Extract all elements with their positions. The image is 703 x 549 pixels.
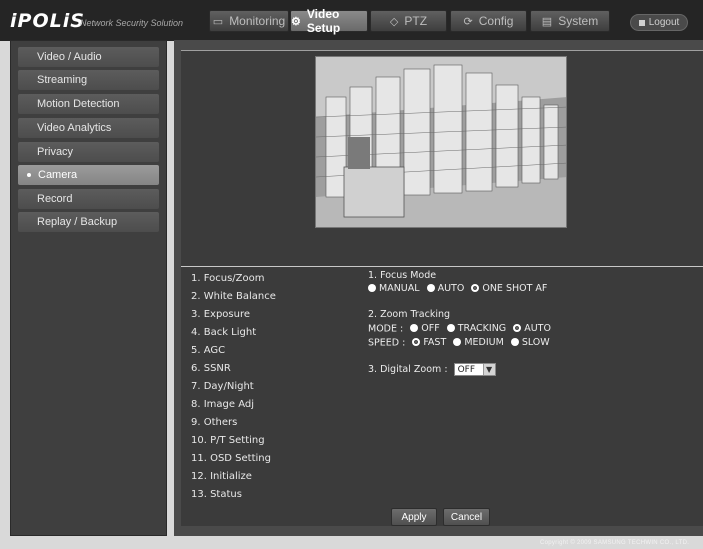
focus-auto-option[interactable]: AUTO [423,283,465,294]
sidebar-item-motion-detection[interactable]: Motion Detection [18,94,159,114]
option-label: OFF [421,323,440,334]
sidebar-item-video-audio[interactable]: Video / Audio [18,47,159,67]
focus-manual-option[interactable]: MANUAL [364,283,420,294]
copyright-text: Copyright © 2009 SAMSUNG TECHWIN CO., LT… [540,540,690,546]
section-divider [181,266,703,267]
sidebar-item-label: Record [37,193,73,205]
sidebar-item-label: Motion Detection [37,98,120,110]
digital-zoom-label: 3. Digital Zoom : [368,364,448,375]
radio-icon[interactable] [410,323,419,332]
option-label: FAST [423,337,447,348]
radio-icon[interactable] [426,283,435,292]
ptz-icon: ◇ [389,15,399,28]
speed-medium-option[interactable]: MEDIUM [449,337,504,348]
digital-zoom-value: OFF [457,364,475,375]
sidebar-item-label: Video / Audio [37,51,102,63]
top-header: iPOLiS Network Security Solution ▭ Monit… [0,0,703,41]
focus-mode-options: MANUAL AUTO ONE SHOT AF [364,283,547,295]
option-label: MANUAL [379,283,420,294]
tab-label: System [558,14,599,28]
zoom-mode-row: MODE : OFF TRACKING AUTO [368,323,551,335]
logout-icon [638,19,645,26]
option-label: TRACKING [457,323,507,334]
system-icon: ▤ [541,15,553,28]
camera-settings-panel: 1. Focus/Zoom 2. White Balance 3. Exposu… [181,50,703,526]
menu-pt-setting[interactable]: 10. P/T Setting [191,435,265,446]
radio-icon[interactable] [368,283,376,292]
menu-focus-zoom[interactable]: 1. Focus/Zoom [191,273,264,284]
tab-config[interactable]: ⟳ Config [450,10,527,32]
speed-fast-option[interactable]: FAST [408,337,446,348]
speed-label: SPEED : [368,337,406,349]
tab-system[interactable]: ▤ System [530,10,610,32]
active-bullet-icon [27,173,31,177]
cancel-button[interactable]: Cancel [443,508,490,526]
apply-button[interactable]: Apply [391,508,437,526]
camera-preview-image [315,56,567,228]
tab-video-setup[interactable]: ⚙ Video Setup [290,7,368,35]
mode-label: MODE : [368,323,404,335]
tab-label: Video Setup [306,7,341,35]
menu-agc[interactable]: 5. AGC [191,345,225,356]
zoom-tracking-title: 2. Zoom Tracking [368,309,451,320]
app-logo: iPOLiS [10,10,85,32]
logout-label: Logout [648,17,680,28]
mode-tracking-option[interactable]: TRACKING [443,323,506,334]
digital-zoom-row: 3. Digital Zoom : OFF ▼ [368,363,496,376]
sidebar: Video / Audio Streaming Motion Detection… [10,40,167,536]
chevron-down-icon[interactable]: ▼ [482,364,495,375]
tab-label: PTZ [404,14,428,28]
sidebar-item-video-analytics[interactable]: Video Analytics [18,118,159,138]
tab-label: Monitoring [229,14,286,28]
sidebar-item-camera[interactable]: Camera [18,165,159,185]
radio-selected-icon[interactable] [412,337,421,346]
logout-button[interactable]: Logout [630,14,688,31]
sidebar-item-record[interactable]: Record [18,189,159,209]
config-icon: ⟳ [463,15,473,28]
menu-back-light[interactable]: 4. Back Light [191,327,256,338]
menu-initialize[interactable]: 12. Initialize [191,471,252,482]
sidebar-item-replay-backup[interactable]: Replay / Backup [18,212,159,232]
radio-selected-icon[interactable] [471,283,480,292]
radio-icon[interactable] [453,337,462,346]
sidebar-item-label: Video Analytics [37,122,112,134]
main-panel: 1. Focus/Zoom 2. White Balance 3. Exposu… [174,40,703,536]
mode-off-option[interactable]: OFF [406,323,440,334]
zoom-speed-row: SPEED : FAST MEDIUM SLOW [368,337,550,349]
app-tagline: Network Security Solution [80,18,184,28]
option-label: ONE SHOT AF [482,283,548,294]
sidebar-item-privacy[interactable]: Privacy [18,142,159,162]
menu-ssnr[interactable]: 6. SSNR [191,363,231,374]
focus-one-shot-option[interactable]: ONE SHOT AF [467,283,547,294]
radio-icon[interactable] [446,323,455,332]
option-label: AUTO [524,323,551,334]
option-label: SLOW [521,337,550,348]
radio-icon[interactable] [510,337,519,346]
sidebar-item-label: Streaming [37,74,88,86]
menu-white-balance[interactable]: 2. White Balance [191,291,276,302]
menu-image-adj[interactable]: 8. Image Adj [191,399,254,410]
menu-day-night[interactable]: 7. Day/Night [191,381,254,392]
menu-exposure[interactable]: 3. Exposure [191,309,250,320]
speed-slow-option[interactable]: SLOW [507,337,550,348]
digital-zoom-select[interactable]: OFF ▼ [453,363,496,376]
radio-selected-icon[interactable] [513,323,522,332]
tab-monitoring[interactable]: ▭ Monitoring [209,10,289,32]
menu-status[interactable]: 13. Status [191,489,242,500]
option-label: AUTO [437,283,465,294]
sidebar-item-label: Replay / Backup [37,216,118,228]
sidebar-item-streaming[interactable]: Streaming [18,70,159,90]
monitor-icon: ▭ [212,15,224,28]
menu-osd-setting[interactable]: 11. OSD Setting [191,453,271,464]
video-setup-icon: ⚙ [291,15,301,28]
sidebar-item-label: Privacy [37,146,74,158]
sidebar-item-label: Camera [38,169,78,181]
focus-mode-title: 1. Focus Mode [368,270,437,281]
option-label: MEDIUM [464,337,504,348]
menu-others[interactable]: 9. Others [191,417,237,428]
mode-auto-option[interactable]: AUTO [509,323,551,334]
tab-label: Config [478,14,514,28]
warehouse-image [316,57,566,227]
tab-ptz[interactable]: ◇ PTZ [370,10,447,32]
